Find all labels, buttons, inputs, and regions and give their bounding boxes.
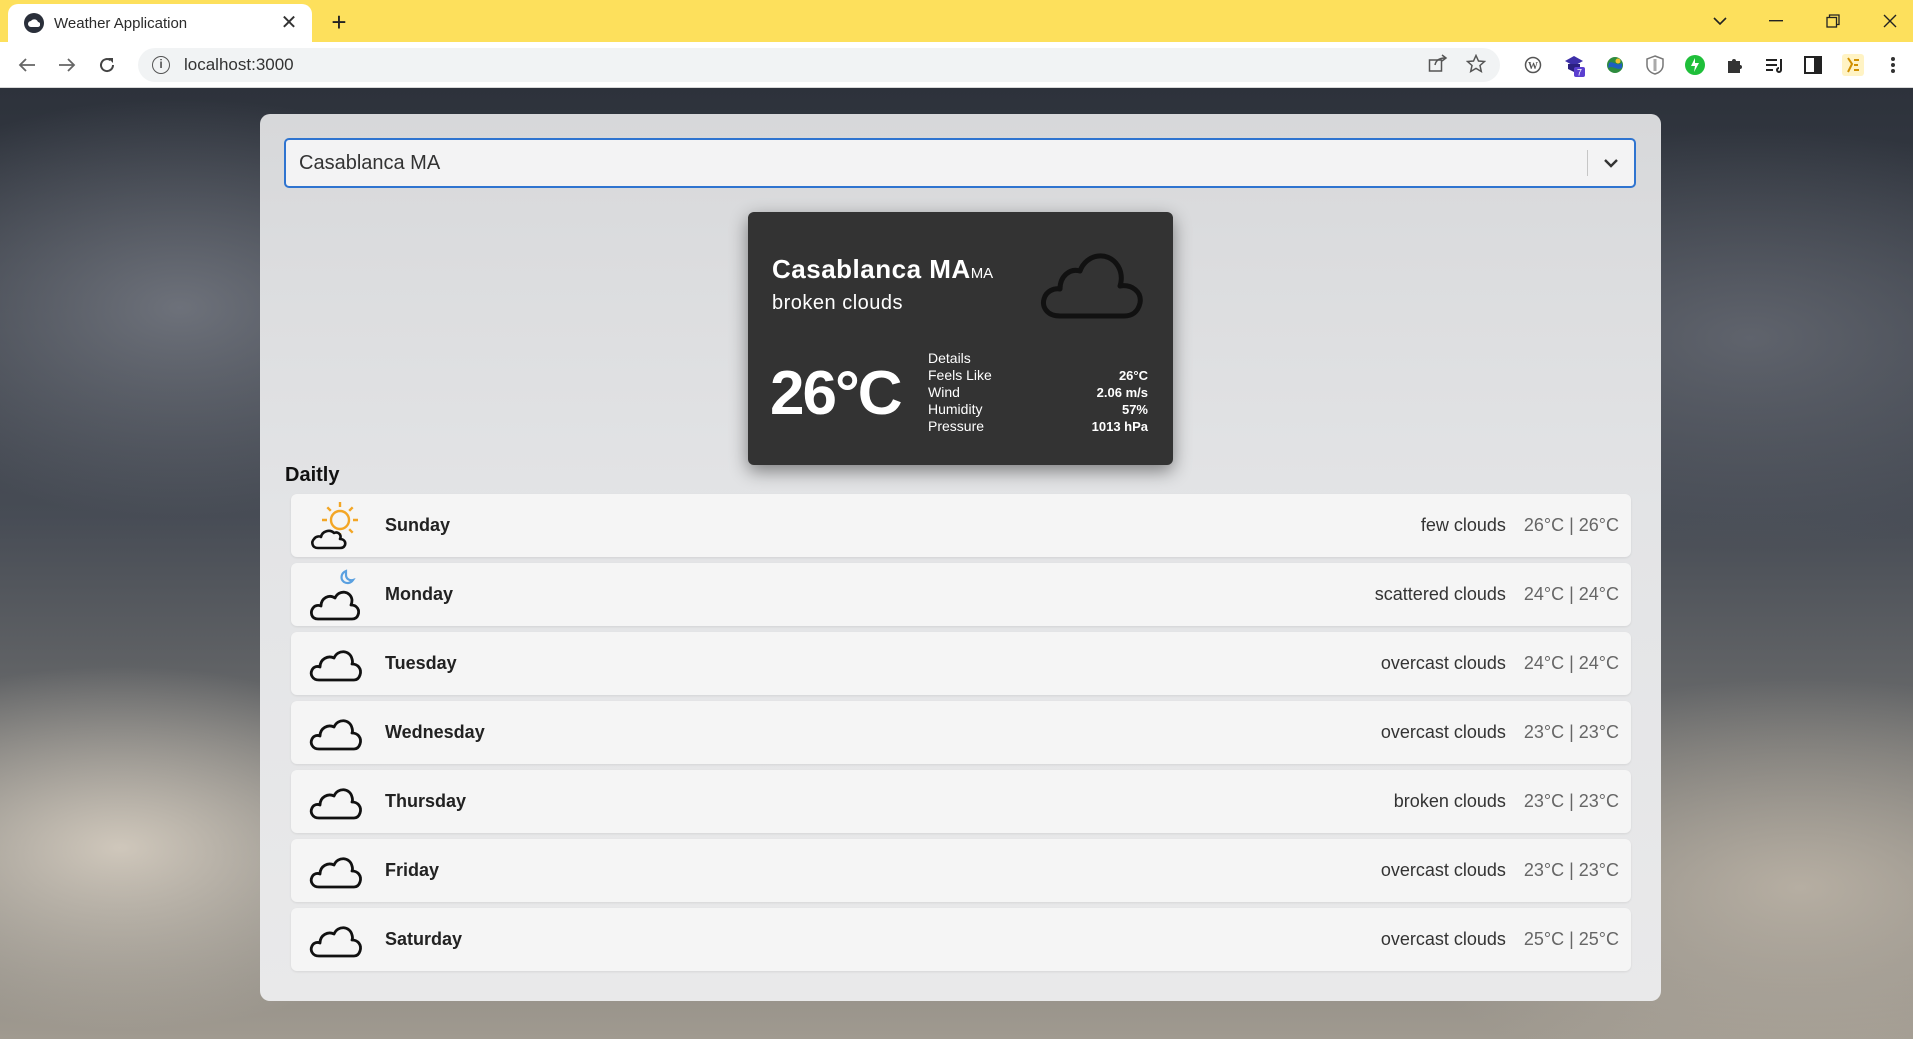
day-description: overcast clouds (1380, 860, 1506, 880)
moon-cloud-icon (307, 566, 365, 624)
browser-tabstrip: Weather Application ✕ + (0, 0, 1913, 42)
purple-extension-icon[interactable]: 7 (1561, 52, 1587, 78)
weather-panel: Casablanca MA Casablanca MAMA broken clo… (260, 114, 1661, 1001)
detail-row-pressure: Pressure 1013 hPa (928, 418, 1148, 435)
side-panel-icon[interactable] (1800, 52, 1826, 78)
current-city: Casablanca MAMA (772, 254, 993, 285)
day-description: scattered clouds (1374, 584, 1506, 604)
browser-menu-icon[interactable] (1880, 52, 1906, 78)
list-item: Friday overcast clouds 23°C | 23°C (291, 839, 1631, 902)
profile-avatar[interactable] (1840, 52, 1866, 78)
list-item: Wednesday overcast clouds 23°C | 23°C (291, 701, 1631, 764)
day-temperatures: 25°C | 25°C (1523, 929, 1619, 949)
detail-row-wind: Wind 2.06 m/s (928, 384, 1148, 401)
extension-badge: 7 (1577, 68, 1582, 78)
current-details: Details Feels Like 26°C Wind 2.06 m/s Hu… (928, 350, 1148, 435)
day-description: few clouds (1420, 515, 1506, 535)
tab-close-icon[interactable]: ✕ (278, 12, 300, 34)
city-select[interactable]: Casablanca MA (284, 138, 1636, 188)
day-name: Wednesday (385, 722, 485, 742)
detail-value: 26°C (1118, 368, 1148, 383)
list-item: Sunday few clouds 26°C | 26°C (291, 494, 1631, 557)
day-description: overcast clouds (1380, 929, 1506, 949)
day-name: Thursday (385, 791, 467, 811)
list-item: Tuesday overcast clouds 24°C | 24°C (291, 632, 1631, 695)
minimize-icon[interactable] (1756, 6, 1796, 36)
tab-search-chevron-icon[interactable] (1700, 6, 1740, 36)
extensions-puzzle-icon[interactable] (1722, 52, 1748, 78)
day-temperatures: 24°C | 24°C (1523, 653, 1619, 673)
cloud-icon (307, 704, 365, 762)
day-description: overcast clouds (1380, 722, 1506, 742)
day-name: Tuesday (385, 653, 457, 673)
close-window-icon[interactable] (1870, 6, 1910, 36)
list-item: Saturday overcast clouds 25°C | 25°C (291, 908, 1631, 971)
back-icon[interactable] (12, 50, 42, 80)
detail-label: Pressure (928, 418, 985, 434)
cloud-icon (307, 911, 365, 969)
tab-favicon-icon (24, 13, 44, 33)
reading-list-icon[interactable] (1762, 52, 1788, 78)
svg-text:W: W (1528, 61, 1538, 72)
shield-extension-icon[interactable] (1642, 52, 1668, 78)
browser-toolbar: i localhost:3000 W 7 (0, 42, 1913, 88)
detail-value: 2.06 m/s (1096, 385, 1148, 400)
day-temperatures: 23°C | 23°C (1523, 722, 1619, 742)
detail-row-humidity: Humidity 57% (928, 401, 1148, 418)
green-extension-icon[interactable] (1682, 52, 1708, 78)
current-country-code: MA (970, 265, 994, 282)
daily-forecast-list: Sunday few clouds 26°C | 26°C Monday sca… (291, 494, 1631, 977)
day-name: Sunday (385, 515, 451, 535)
details-title: Details (928, 350, 971, 366)
detail-row-feels-like: Feels Like 26°C (928, 367, 1148, 384)
current-weather-card: Casablanca MAMA broken clouds 26°C Detai… (748, 212, 1173, 465)
globe-extension-icon[interactable] (1602, 52, 1628, 78)
day-name: Saturday (385, 929, 463, 949)
restore-icon[interactable] (1813, 6, 1853, 36)
address-bar[interactable]: i localhost:3000 (138, 48, 1500, 82)
chevron-down-icon[interactable] (1588, 140, 1634, 186)
cloud-icon (307, 842, 365, 900)
cloud-icon (1038, 246, 1146, 327)
site-info-icon[interactable]: i (152, 56, 170, 74)
detail-label: Feels Like (928, 367, 992, 383)
current-temperature: 26°C (770, 359, 903, 428)
list-item: Monday scattered clouds 24°C | 24°C (291, 563, 1631, 626)
day-description: overcast clouds (1380, 653, 1506, 673)
page-background: Casablanca MA Casablanca MAMA broken clo… (0, 88, 1913, 1039)
city-select-value: Casablanca MA (299, 151, 441, 174)
day-description: broken clouds (1393, 791, 1506, 811)
sun-cloud-icon (307, 497, 365, 555)
browser-tab[interactable]: Weather Application ✕ (8, 4, 312, 42)
current-city-name: Casablanca MA (772, 254, 971, 284)
detail-label: Humidity (928, 401, 983, 417)
day-temperatures: 26°C | 26°C (1523, 515, 1619, 535)
cloud-icon (307, 773, 365, 831)
reload-icon[interactable] (92, 50, 122, 80)
day-temperatures: 23°C | 23°C (1523, 860, 1619, 880)
detail-label: Wind (928, 384, 960, 400)
detail-value: 1013 hPa (1091, 419, 1148, 434)
cloud-icon (307, 635, 365, 693)
share-icon[interactable] (1428, 54, 1448, 78)
day-temperatures: 24°C | 24°C (1523, 584, 1619, 604)
new-tab-button[interactable]: + (325, 8, 353, 36)
daily-title: Daitly (285, 464, 340, 486)
day-name: Monday (385, 584, 454, 604)
current-description: broken clouds (772, 292, 904, 314)
tab-title: Weather Application (54, 14, 188, 32)
day-temperatures: 23°C | 23°C (1523, 791, 1619, 811)
url-text: localhost:3000 (184, 55, 294, 74)
wordpress-extension-icon[interactable]: W (1520, 52, 1546, 78)
list-item: Thursday broken clouds 23°C | 23°C (291, 770, 1631, 833)
day-name: Friday (385, 860, 440, 880)
bookmark-star-icon[interactable] (1465, 53, 1487, 78)
forward-icon[interactable] (52, 50, 82, 80)
detail-value: 57% (1121, 402, 1148, 417)
